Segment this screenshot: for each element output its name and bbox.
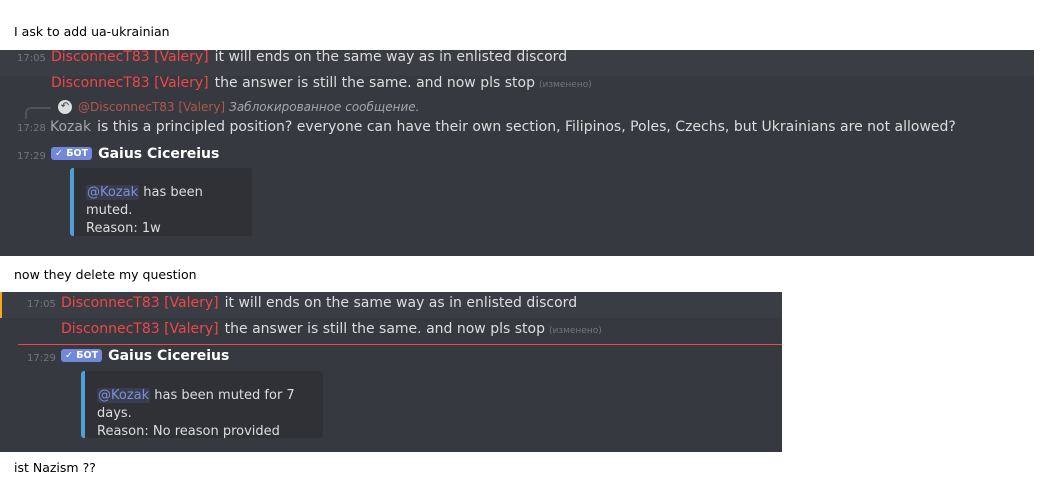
timestamp: 17:29 [27,353,56,364]
timestamp: 17:05 [17,53,46,64]
user-mention[interactable]: @Kozak [97,388,151,403]
bot-tag: ✓ БОТ [61,349,103,362]
note-middle: now they delete my question [14,267,197,282]
author-name[interactable]: Gaius Cicereius [108,348,229,364]
reply-preview[interactable]: @DisconnecT83 [Valery] Заблокированное со… [78,100,419,114]
new-messages-divider [18,344,782,345]
author-name[interactable]: DisconnecT83 [Valery] [61,321,219,337]
message-line: DisconnecT83 [Valery] the answer is still… [61,321,602,337]
author-name[interactable]: DisconnecT83 [Valery] [51,50,209,65]
note-top: I ask to add ua-ukrainian [14,24,170,39]
message-text: the answer is still the same. and now pl… [224,321,545,337]
message-text: is this a principled position? everyone … [97,119,956,135]
message-text: it will ends on the same way as in enlis… [214,50,568,65]
embed-reason: Reason: 1w [86,221,161,236]
timestamp: 17:29 [17,151,46,162]
message-text: it will ends on the same way as in enlis… [224,295,578,311]
message-line: Kozak is this a principled position? ever… [50,119,956,135]
message-line: DisconnecT83 [Valery] the answer is still… [51,75,592,91]
message-row[interactable]: DisconnecT83 [Valery] the answer is still… [0,318,782,344]
message-line: DisconnecT83 [Valery] it will ends on the… [51,50,567,65]
message-row[interactable]: DisconnecT83 [Valery] the answer is still… [0,75,1034,102]
user-mention[interactable]: @Kozak [86,185,140,200]
edited-label: (изменено) [548,326,602,336]
message-row[interactable]: 17:28 Kozak is this a principled position… [0,116,1034,142]
author-name[interactable]: DisconnecT83 [Valery] [61,295,219,311]
embed-card: @Kozak has been muted for 7 days. Reason… [81,371,323,439]
reply-arrow-icon: ↶ [58,100,72,114]
discord-chat-panel-2: 17:05 DisconnecT83 [Valery] it will ends … [0,292,782,452]
edited-label: (изменено) [538,80,592,90]
embed-reason: Reason: No reason provided [97,424,280,439]
reply-text: Заблокированное сообщение. [229,100,420,114]
author-name[interactable]: Kozak [50,119,91,135]
embed-line: @Kozak has been muted for 7 days. [97,371,323,423]
bot-message-header: ✓ БОТ Gaius Cicereius [61,348,229,364]
message-line: DisconnecT83 [Valery] it will ends on the… [61,295,577,311]
timestamp: 17:05 [27,299,56,310]
note-bottom: ist Nazism ?? [14,460,96,475]
bot-message-header: ✓ БОТ Gaius Cicereius [51,146,219,162]
discord-chat-panel-1: 17:05 DisconnecT83 [Valery] it will ends … [0,50,1034,256]
embed-line: @Kozak has been muted. [86,168,252,220]
reply-author: @DisconnecT83 [Valery] [78,100,226,114]
message-row[interactable]: 17:05 DisconnecT83 [Valery] it will ends … [0,292,782,318]
author-name[interactable]: Gaius Cicereius [98,146,219,162]
message-text: the answer is still the same. and now pl… [214,75,535,91]
timestamp: 17:28 [17,123,46,134]
embed-card: @Kozak has been muted. Reason: 1w [70,168,252,236]
author-name[interactable]: DisconnecT83 [Valery] [51,75,209,91]
message-row[interactable]: 17:05 DisconnecT83 [Valery] it will ends … [0,50,1034,76]
bot-tag: ✓ БОТ [51,147,93,160]
